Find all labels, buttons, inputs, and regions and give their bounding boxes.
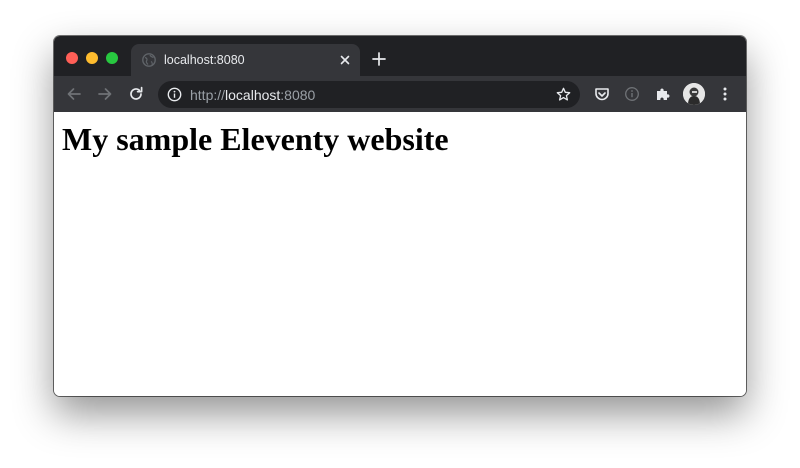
puzzle-icon[interactable] <box>654 85 672 103</box>
kebab-menu-icon[interactable] <box>716 85 734 103</box>
browser-window: localhost:8080 http://localhost:8080 My … <box>54 36 746 396</box>
url-text[interactable]: http://localhost:8080 <box>190 87 315 103</box>
screenshot-stage: localhost:8080 http://localhost:8080 My … <box>0 0 800 468</box>
arrow-right-icon[interactable] <box>96 85 114 103</box>
toolbar: http://localhost:8080 <box>54 76 746 112</box>
tab-localhost[interactable]: localhost:8080 <box>131 44 360 76</box>
info-icon[interactable] <box>623 85 641 103</box>
tab-title: localhost:8080 <box>164 53 245 67</box>
window-close-button[interactable] <box>66 52 78 64</box>
url-port: :8080 <box>280 87 316 103</box>
reload-icon[interactable] <box>127 85 145 103</box>
tab-strip: localhost:8080 <box>54 36 746 76</box>
url-scheme: http:// <box>190 87 226 103</box>
profile-picture <box>683 83 705 105</box>
address-bar[interactable]: http://localhost:8080 <box>158 81 580 108</box>
pocket-icon[interactable] <box>593 85 611 103</box>
info-icon[interactable] <box>167 87 182 102</box>
page-viewport: My sample Eleventy website <box>54 112 746 396</box>
close-icon[interactable] <box>338 53 352 67</box>
window-minimize-button[interactable] <box>86 52 98 64</box>
plus-icon[interactable] <box>371 51 387 67</box>
star-icon[interactable] <box>556 87 571 102</box>
avatar[interactable] <box>683 83 705 105</box>
window-maximize-button[interactable] <box>106 52 118 64</box>
page-title: My sample Eleventy website <box>62 121 449 157</box>
arrow-left-icon[interactable] <box>65 85 83 103</box>
globe-icon <box>142 53 156 67</box>
url-host: localhost <box>225 87 281 103</box>
